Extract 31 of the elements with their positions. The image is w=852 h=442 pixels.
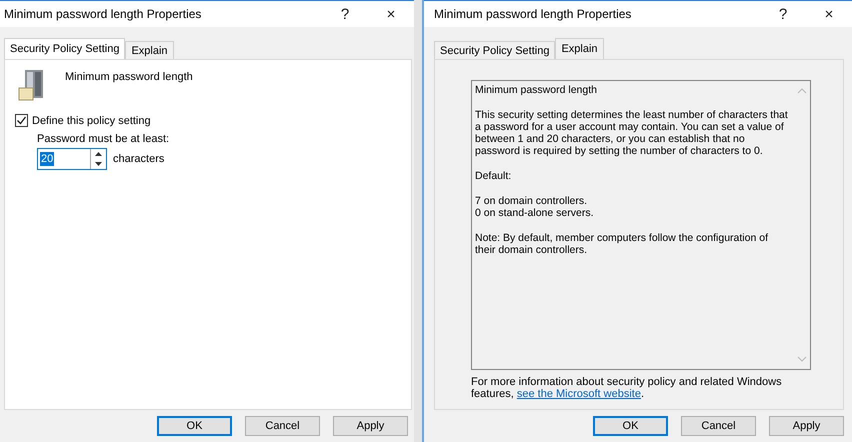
- window-title: Minimum password length Properties: [434, 7, 632, 21]
- explain-paragraph: 7 on domain controllers. 0 on stand-alone servers.: [475, 195, 594, 219]
- field-label: Password must be at least:: [37, 133, 170, 145]
- dialog-button[interactable]: Cancel: [681, 416, 756, 436]
- tab[interactable]: Explain: [125, 41, 174, 59]
- checkbox[interactable]: [15, 114, 28, 127]
- explain-paragraph: Minimum password length: [475, 84, 598, 96]
- dialog-button[interactable]: Cancel: [245, 416, 320, 436]
- number-spinner[interactable]: 20: [37, 148, 107, 170]
- help-button[interactable]: ?: [760, 6, 806, 22]
- help-button[interactable]: ?: [322, 6, 368, 22]
- unit-label: characters: [113, 153, 164, 165]
- close-button[interactable]: ×: [806, 6, 852, 22]
- dialog-button[interactable]: Apply: [769, 416, 844, 436]
- checkbox-label: Define this policy setting: [32, 114, 151, 126]
- dialog-button[interactable]: Apply: [333, 416, 408, 436]
- explain-paragraph: Default:: [475, 170, 512, 182]
- window-title: Minimum password length Properties: [4, 7, 202, 21]
- website-link[interactable]: see the Microsoft website: [516, 388, 641, 400]
- explain-paragraph: This security setting determines the least number of characters that a password for a user account may contain. You can set a value of between 1 and 20 characters, or you can establish that no password is required by setting the number of characters to 0.: [475, 109, 789, 157]
- dialog-button[interactable]: OK: [593, 416, 668, 436]
- close-button[interactable]: ×: [368, 6, 414, 22]
- more-info-text: For more information about security policy and related Windows features, see the Microsoft website.: [471, 376, 783, 400]
- field-value: 20: [40, 152, 54, 166]
- tab[interactable]: Security Policy Setting: [4, 38, 126, 59]
- tab[interactable]: Security Policy Setting: [434, 41, 556, 59]
- explain-paragraph: Note: By default, member computers follow the configuration of their domain controllers.: [475, 232, 769, 256]
- tab[interactable]: Explain: [555, 38, 604, 59]
- policy-name: Minimum password length: [65, 71, 193, 83]
- dialog-button[interactable]: OK: [157, 416, 232, 436]
- explain-text-box[interactable]: [471, 80, 811, 370]
